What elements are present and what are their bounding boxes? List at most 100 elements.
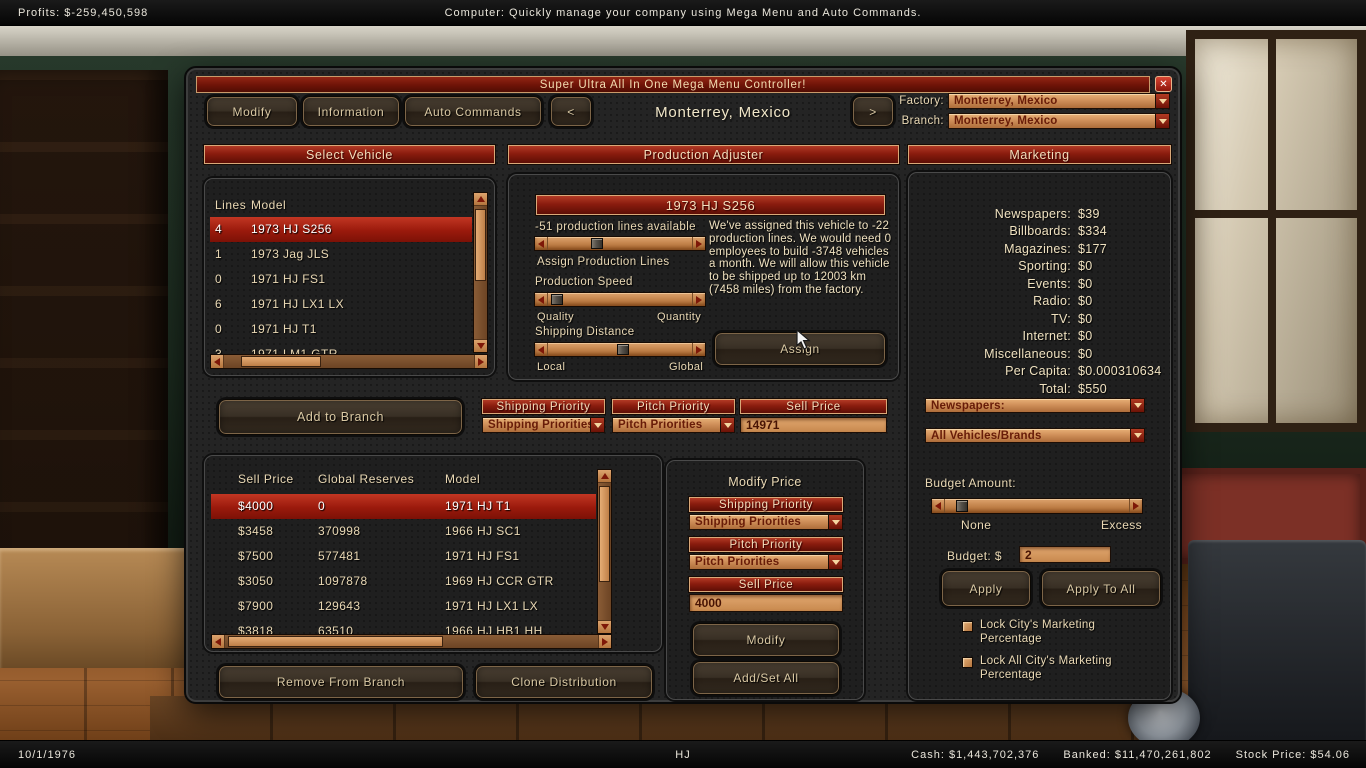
vehicle-row[interactable]: 3 1971 LM1 GTR	[210, 342, 472, 354]
production-speed-slider-handle[interactable]	[551, 294, 563, 305]
clone-distribution-button[interactable]: Clone Distribution	[475, 665, 653, 699]
prev-city-button[interactable]: <	[550, 96, 592, 127]
branch-label: Branch:	[886, 115, 944, 127]
scroll-right-button[interactable]	[598, 635, 611, 648]
shipping-priority-arrow-button[interactable]	[590, 418, 604, 432]
scroll-up-button[interactable]	[474, 193, 487, 206]
scrollbar-thumb[interactable]	[599, 486, 610, 582]
mega-menu-window: Super Ultra All In One Mega Menu Control…	[186, 68, 1180, 702]
row-reserves: 577481	[318, 549, 360, 563]
selected-vehicle-title: 1973 HJ S256	[536, 195, 885, 215]
slider-increase-button[interactable]	[692, 293, 705, 306]
slider-increase-button[interactable]	[1129, 499, 1142, 513]
apply-button[interactable]: Apply	[941, 570, 1031, 607]
price-table-panel: Sell Price Global Reserves Model $4000 0…	[204, 455, 662, 652]
scroll-left-button[interactable]	[212, 635, 225, 648]
add-set-all-button[interactable]: Add/Set All	[692, 661, 840, 695]
modify-button[interactable]: Modify	[692, 623, 840, 657]
modify-sell-price-input[interactable]	[689, 594, 843, 612]
price-row[interactable]: $7900 129643 1971 HJ LX1 LX	[211, 594, 596, 619]
budget-input[interactable]	[1019, 546, 1111, 563]
factory-select-arrow-button[interactable]	[1155, 94, 1169, 108]
marketing-target-value: All Vehicles/Brands	[926, 429, 1130, 442]
slider-decrease-button[interactable]	[932, 499, 945, 513]
vehicle-list-horizontal-scrollbar[interactable]	[210, 354, 488, 369]
assign-lines-slider-handle[interactable]	[591, 238, 603, 249]
shipping-distance-slider[interactable]	[534, 342, 706, 357]
assign-lines-slider[interactable]	[534, 236, 706, 251]
price-list-horizontal-scrollbar[interactable]	[211, 634, 612, 649]
scroll-right-button[interactable]	[474, 355, 487, 368]
vehicle-model: 1973 HJ S256	[251, 222, 332, 236]
apply-to-all-button[interactable]: Apply To All	[1041, 570, 1161, 607]
pitch-priority-select[interactable]: Pitch Priorities	[612, 417, 735, 433]
budget-slider[interactable]	[931, 498, 1143, 514]
pitch-priority-arrow-button[interactable]	[720, 418, 734, 432]
window-titlebar[interactable]: Super Ultra All In One Mega Menu Control…	[196, 76, 1150, 93]
row-price: $4000	[238, 499, 273, 513]
lock-all-cities-checkbox[interactable]	[962, 657, 973, 668]
marketing-target-select[interactable]: All Vehicles/Brands	[925, 428, 1145, 443]
marketing-target-arrow-button[interactable]	[1130, 429, 1144, 442]
slider-decrease-button[interactable]	[535, 293, 548, 306]
scroll-down-button[interactable]	[474, 339, 487, 352]
price-row[interactable]: $3818 63510 1966 HJ HB1 HH	[211, 619, 596, 634]
marketing-row: Total:$550	[919, 380, 1162, 398]
shipping-priority-select[interactable]: Shipping Priorities	[482, 417, 605, 433]
sell-price-input[interactable]	[740, 417, 887, 433]
remove-from-branch-button[interactable]: Remove From Branch	[218, 665, 464, 699]
scrollbar-thumb[interactable]	[475, 209, 486, 281]
modify-pitch-priority-select[interactable]: Pitch Priorities	[689, 554, 843, 570]
branch-select[interactable]: Monterrey, Mexico	[948, 113, 1170, 129]
shipping-distance-slider-handle[interactable]	[617, 344, 629, 355]
left-arrow-icon	[538, 240, 544, 248]
vehicle-row[interactable]: 1 1973 Jag JLS	[210, 242, 472, 267]
price-row[interactable]: $3458 370998 1966 HJ SC1	[211, 519, 596, 544]
add-to-branch-button[interactable]: Add to Branch	[218, 399, 463, 435]
modify-pitch-arrow-button[interactable]	[828, 555, 842, 569]
vehicle-row[interactable]: 6 1971 HJ LX1 LX	[210, 292, 472, 317]
slider-increase-button[interactable]	[692, 343, 705, 356]
scroll-up-button[interactable]	[598, 470, 611, 483]
scrollbar-thumb[interactable]	[241, 356, 321, 367]
quantity-label: Quantity	[657, 311, 701, 323]
production-speed-slider[interactable]	[534, 292, 706, 307]
scroll-left-button[interactable]	[211, 355, 224, 368]
right-arrow-icon	[696, 346, 702, 354]
price-row[interactable]: $3050 1097878 1969 HJ CCR GTR	[211, 569, 596, 594]
row-price: $7500	[238, 549, 273, 563]
scrollbar-thumb[interactable]	[228, 636, 443, 647]
budget-slider-handle[interactable]	[956, 500, 968, 512]
modify-shipping-priority-select[interactable]: Shipping Priorities	[689, 514, 843, 530]
assign-button[interactable]: Assign	[714, 332, 886, 366]
modify-shipping-arrow-button[interactable]	[828, 515, 842, 529]
modify-tab-button[interactable]: Modify	[206, 96, 298, 127]
vehicle-row[interactable]: 0 1971 HJ FS1	[210, 267, 472, 292]
price-list-vertical-scrollbar[interactable]	[597, 469, 612, 634]
section-header-production-adjuster: Production Adjuster	[508, 145, 899, 164]
vehicle-row[interactable]: 0 1971 HJ T1	[210, 317, 472, 342]
vehicle-list-vertical-scrollbar[interactable]	[473, 192, 488, 353]
auto-commands-tab-button[interactable]: Auto Commands	[404, 96, 542, 127]
budget-amount-label: Budget Amount:	[925, 476, 1016, 490]
slider-decrease-button[interactable]	[535, 343, 548, 356]
price-row[interactable]: $4000 0 1971 HJ T1	[211, 494, 596, 519]
price-row[interactable]: $7500 577481 1971 HJ FS1	[211, 544, 596, 569]
vehicle-col-lines: Lines	[215, 198, 246, 212]
slider-increase-button[interactable]	[692, 237, 705, 250]
marketing-type-arrow-button[interactable]	[1130, 399, 1144, 412]
marketing-value: $0	[1078, 277, 1093, 291]
marketing-type-select[interactable]: Newspapers:	[925, 398, 1145, 413]
marketing-row: Sporting:$0	[919, 258, 1162, 276]
information-tab-button[interactable]: Information	[302, 96, 400, 127]
right-arrow-icon	[696, 240, 702, 248]
scroll-down-button[interactable]	[598, 620, 611, 633]
vehicle-row[interactable]: 4 1973 HJ S256	[210, 217, 472, 242]
slider-decrease-button[interactable]	[535, 237, 548, 250]
factory-select[interactable]: Monterrey, Mexico	[948, 93, 1170, 109]
left-arrow-icon	[935, 502, 941, 510]
close-button[interactable]: ✕	[1155, 76, 1172, 92]
branch-select-arrow-button[interactable]	[1155, 114, 1169, 128]
shipping-distance-label: Shipping Distance	[535, 326, 635, 338]
lock-city-checkbox[interactable]	[962, 621, 973, 632]
